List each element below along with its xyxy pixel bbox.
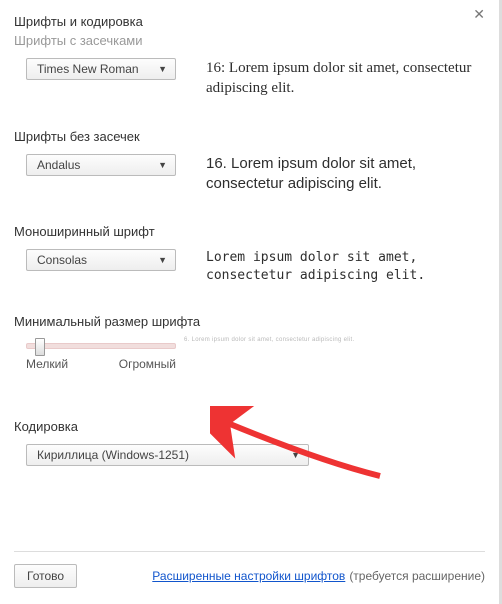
minsize-max-label: Огромный xyxy=(119,357,176,371)
encoding-dropdown[interactable]: Кириллица (Windows-1251) ▼ xyxy=(26,444,309,466)
mono-sample-text: Lorem ipsum dolor sit amet, consectetur … xyxy=(206,249,476,284)
chevron-down-icon: ▼ xyxy=(158,160,167,170)
minsize-slider[interactable] xyxy=(26,343,176,349)
extension-required-hint: (требуется расширение) xyxy=(349,569,485,583)
chevron-down-icon: ▼ xyxy=(158,64,167,74)
serif-sample-text: 16: Lorem ipsum dolor sit amet, consecte… xyxy=(206,58,476,99)
serif-section-label: Шрифты с засечками xyxy=(14,33,485,48)
serif-font-dropdown[interactable]: Times New Roman ▼ xyxy=(26,58,176,80)
sans-section-label: Шрифты без засечек xyxy=(14,129,485,144)
minsize-min-label: Мелкий xyxy=(26,357,68,371)
sans-sample-text: 16. Lorem ipsum dolor sit amet, consecte… xyxy=(206,154,476,195)
minsize-sample-text: 6. Lorem ipsum dolor sit amet, consectet… xyxy=(184,337,354,343)
close-icon[interactable]: ✕ xyxy=(473,6,485,23)
done-button[interactable]: Готово xyxy=(14,564,77,588)
sans-font-value: Andalus xyxy=(37,158,80,172)
chevron-down-icon: ▼ xyxy=(291,450,300,460)
serif-font-value: Times New Roman xyxy=(37,62,139,76)
dialog-footer: Готово Расширенные настройки шрифтов (тр… xyxy=(14,551,485,588)
minsize-section-label: Минимальный размер шрифта xyxy=(14,314,485,329)
minsize-slider-thumb[interactable] xyxy=(35,338,45,356)
dialog-title: Шрифты и кодировка xyxy=(14,14,485,29)
sans-font-dropdown[interactable]: Andalus ▼ xyxy=(26,154,176,176)
encoding-section-label: Кодировка xyxy=(14,419,485,434)
chevron-down-icon: ▼ xyxy=(158,255,167,265)
mono-font-value: Consolas xyxy=(37,253,87,267)
advanced-fonts-link[interactable]: Расширенные настройки шрифтов xyxy=(152,569,345,583)
mono-section-label: Моноширинный шрифт xyxy=(14,224,485,239)
mono-font-dropdown[interactable]: Consolas ▼ xyxy=(26,249,176,271)
encoding-value: Кириллица (Windows-1251) xyxy=(37,448,189,462)
fonts-encoding-dialog: ✕ Шрифты и кодировка Шрифты с засечками … xyxy=(0,0,502,604)
